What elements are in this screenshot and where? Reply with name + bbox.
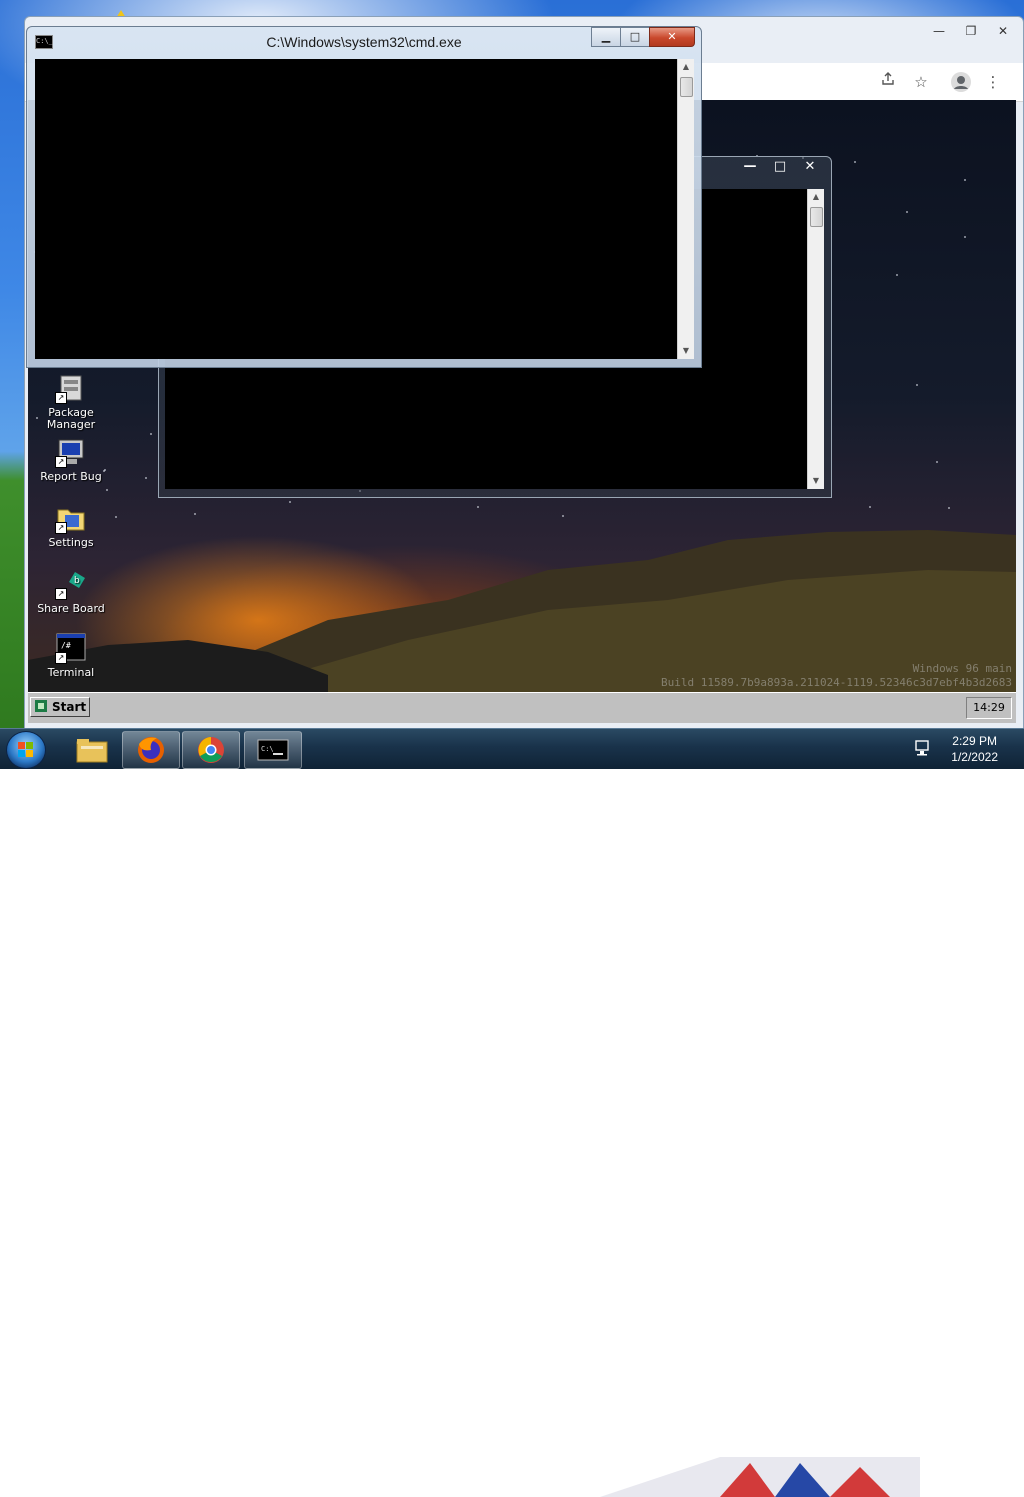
scroll-up-icon[interactable]: ▲	[808, 189, 824, 205]
browser-minimize-button[interactable]: —	[925, 21, 953, 41]
command-prompt-icon: C:\	[257, 739, 289, 761]
minimize-button[interactable]: —	[735, 157, 765, 177]
share-board-icon: b ↗	[55, 568, 87, 600]
start-label: Start	[52, 700, 87, 714]
start-icon	[34, 699, 48, 716]
w96-clock: 14:29	[966, 697, 1012, 719]
desktop-icon-package-manager[interactable]: ↗ Package Manager	[28, 372, 116, 431]
minimize-button[interactable]: ▁	[591, 27, 621, 47]
scroll-down-icon[interactable]: ▼	[808, 473, 824, 489]
desktop-icon-label: Report Bug	[40, 470, 102, 483]
taskbar-chrome[interactable]	[182, 731, 240, 769]
close-button[interactable]: ✕	[649, 27, 695, 47]
profile-icon[interactable]	[950, 71, 972, 93]
host-clock[interactable]: 2:29 PM 1/2/2022	[951, 733, 998, 765]
vertical-scrollbar[interactable]: ▲ ▼	[677, 59, 694, 359]
cmd-back-caption-buttons: — □ ✕	[735, 157, 825, 177]
desktop-icon-label: Share Board	[37, 602, 105, 615]
svg-text:/#: /#	[61, 641, 71, 650]
browser-close-button[interactable]: ✕	[989, 21, 1017, 41]
taskbar-command-prompt[interactable]: C:\	[244, 731, 302, 769]
host-date: 1/2/2022	[951, 750, 998, 764]
browser-caption-buttons: — ❐ ✕	[925, 21, 1017, 43]
desktop-icon-terminal[interactable]: /# ↗ Terminal	[28, 632, 116, 679]
package-manager-icon: ↗	[55, 372, 87, 404]
w96-taskbar: Start 14:29	[28, 692, 1016, 723]
cmd-window-front[interactable]: C:\_ C:\Windows\system32\cmd.exe ▁ □ ✕ ▲…	[26, 26, 702, 368]
wallpaper-flag-graphic	[600, 1457, 920, 1497]
star-icon[interactable]: ☆	[910, 71, 932, 93]
report-bug-icon: ↗	[55, 436, 87, 468]
vertical-scrollbar[interactable]: ▲ ▼	[807, 189, 824, 489]
settings-icon: ↗	[55, 502, 87, 534]
maximize-button[interactable]: □	[620, 27, 650, 47]
desktop-icon-settings[interactable]: ↗ Settings	[28, 502, 116, 549]
terminal-icon: /# ↗	[55, 632, 87, 664]
svg-text:b: b	[74, 576, 80, 586]
scroll-up-icon[interactable]: ▲	[678, 59, 694, 75]
scroll-thumb[interactable]	[680, 77, 693, 97]
desktop-icon-label: Terminal	[47, 666, 95, 679]
start-button[interactable]: Start	[30, 697, 90, 717]
kebab-menu-icon[interactable]: ⋮	[982, 71, 1004, 93]
taskbar-firefox[interactable]	[122, 731, 180, 769]
cmd-titlebar[interactable]: C:\_ C:\Windows\system32\cmd.exe ▁ □ ✕	[27, 27, 701, 53]
console-area[interactable]	[35, 59, 677, 359]
host-taskbar: C:\ 2:29 PM 1/2/2022	[0, 728, 1024, 1497]
taskbar-file-explorer[interactable]	[62, 731, 120, 769]
svg-text:C:\: C:\	[261, 745, 274, 753]
watermark-line-1: Windows 96 main	[912, 662, 1012, 675]
close-button[interactable]: ✕	[795, 157, 825, 177]
share-icon[interactable]	[877, 71, 899, 93]
build-watermark: Windows 96 main Build 11589.7b9a893a.211…	[661, 662, 1012, 690]
desktop-icon-share-board[interactable]: b ↗ Share Board	[28, 568, 116, 615]
folder-icon	[76, 739, 108, 763]
host-time: 2:29 PM	[952, 734, 997, 748]
browser-maximize-button[interactable]: ❐	[957, 21, 985, 41]
network-icon[interactable]	[914, 739, 932, 760]
scroll-thumb[interactable]	[810, 207, 823, 227]
firefox-icon	[138, 737, 164, 763]
desktop-icon-report-bug[interactable]: ↗ Report Bug	[28, 436, 116, 483]
desktop-icon-label: Settings	[48, 536, 94, 549]
scroll-down-icon[interactable]: ▼	[678, 343, 694, 359]
desktop-icon-label: Package Manager	[46, 406, 96, 431]
cmd-caption-buttons: ▁ □ ✕	[591, 27, 695, 47]
chrome-icon	[198, 737, 224, 763]
windows-start-orb[interactable]	[6, 731, 46, 769]
maximize-button[interactable]: □	[765, 157, 795, 177]
watermark-line-2: Build 11589.7b9a893a.211024-1119.52346c3…	[661, 676, 1012, 689]
